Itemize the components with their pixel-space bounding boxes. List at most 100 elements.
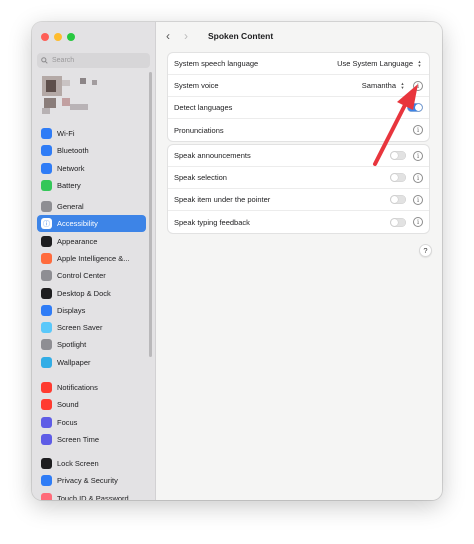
user-account-blurred[interactable] bbox=[42, 76, 112, 116]
info-icon[interactable]: i bbox=[413, 217, 423, 227]
apple-intelligence-icon bbox=[41, 252, 52, 264]
sidebar-item-apple-intelligence[interactable]: Apple Intelligence &... bbox=[37, 250, 146, 267]
sidebar-item-label: Focus bbox=[57, 417, 78, 427]
system-speech-language-popup[interactable]: Use System Language ▲ ▼ bbox=[337, 59, 423, 68]
search-icon bbox=[41, 57, 48, 64]
sidebar-item-wallpaper[interactable]: Wallpaper bbox=[37, 354, 146, 371]
search-input[interactable]: Search bbox=[37, 53, 150, 68]
touch-id-icon bbox=[41, 492, 52, 500]
back-button[interactable]: ‹ bbox=[166, 29, 176, 43]
help-button[interactable]: ? bbox=[419, 244, 432, 257]
chevron-updown-icon: ▲ ▼ bbox=[417, 58, 422, 68]
accessibility-icon: ⓘ bbox=[41, 218, 52, 230]
bluetooth-icon bbox=[41, 145, 52, 157]
sidebar-item-label: Apple Intelligence &... bbox=[57, 253, 130, 263]
sidebar-item-wi-fi[interactable]: Wi-Fi bbox=[37, 125, 146, 142]
sidebar: Search Wi-Fi Bluetooth Network Battery Gener… bbox=[32, 22, 156, 500]
speak-options-group: Speak announcements i Speak selection i Spea… bbox=[167, 144, 430, 234]
sidebar-item-label: Accessibility bbox=[57, 219, 98, 229]
detect-languages-toggle[interactable] bbox=[407, 103, 423, 112]
sidebar-item-touch-id-password[interactable]: Touch ID & Password bbox=[37, 490, 146, 500]
sidebar-item-bluetooth[interactable]: Bluetooth bbox=[37, 142, 146, 159]
popup-value: Samantha bbox=[361, 81, 396, 90]
chevron-updown-icon: ▲ ▼ bbox=[400, 80, 405, 90]
setting-label: System voice bbox=[174, 81, 219, 90]
sidebar-item-screen-time[interactable]: Screen Time bbox=[37, 431, 146, 448]
sidebar-item-label: Spotlight bbox=[57, 340, 87, 350]
page-title: Spoken Content bbox=[208, 31, 274, 41]
speak-item-under-the-pointer-toggle[interactable] bbox=[390, 195, 406, 204]
sidebar-item-label: Privacy & Security bbox=[57, 476, 118, 486]
sidebar-item-label: Battery bbox=[57, 180, 81, 190]
sidebar-item-label: Touch ID & Password bbox=[57, 493, 129, 500]
toolbar: ‹ › Spoken Content bbox=[156, 22, 442, 50]
speak-typing-feedback-toggle[interactable] bbox=[390, 217, 406, 227]
setting-label: Speak typing feedback bbox=[174, 217, 250, 227]
sidebar-item-label: Notifications bbox=[57, 383, 98, 392]
sidebar-item-label: General bbox=[57, 202, 84, 211]
sidebar-item-appearance[interactable]: Appearance bbox=[37, 233, 146, 250]
close-window-button[interactable] bbox=[41, 33, 49, 41]
sidebar-item-battery[interactable]: Battery bbox=[37, 177, 146, 194]
info-icon[interactable]: i bbox=[413, 125, 423, 135]
setting-label: Speak item under the pointer bbox=[174, 195, 271, 204]
speech-settings-group: System speech language Use System Languag… bbox=[167, 52, 430, 142]
gear-icon bbox=[41, 201, 52, 212]
sidebar-item-displays[interactable]: Displays bbox=[37, 302, 146, 319]
battery-icon bbox=[41, 179, 52, 191]
speak-selection-toggle[interactable] bbox=[390, 173, 406, 182]
system-voice-popup[interactable]: Samantha ▲ ▼ bbox=[362, 81, 406, 90]
popup-value: Use System Language bbox=[337, 59, 413, 68]
sound-icon bbox=[41, 399, 52, 411]
sidebar-item-label: Lock Screen bbox=[57, 459, 99, 468]
minimize-window-button[interactable] bbox=[54, 33, 62, 41]
setting-label: Pronunciations bbox=[174, 125, 224, 135]
displays-icon bbox=[41, 304, 52, 316]
focus-icon bbox=[41, 416, 52, 428]
sidebar-item-sound[interactable]: Sound bbox=[37, 396, 146, 413]
window-controls bbox=[41, 33, 75, 41]
sidebar-item-label: Bluetooth bbox=[57, 146, 89, 156]
info-icon[interactable]: i bbox=[413, 194, 423, 205]
appearance-icon bbox=[41, 235, 52, 247]
privacy-icon bbox=[41, 475, 52, 487]
zoom-window-button[interactable] bbox=[67, 33, 75, 41]
sidebar-item-label: Screen Saver bbox=[57, 323, 103, 333]
sidebar-item-label: Wallpaper bbox=[57, 357, 91, 367]
sidebar-item-label: Control Center bbox=[57, 271, 106, 281]
info-icon[interactable]: i bbox=[413, 150, 423, 161]
main-pane: ‹ › Spoken Content System speech languag… bbox=[156, 22, 442, 500]
setting-row-speak-typing-feedback: Speak typing feedback i bbox=[168, 211, 429, 233]
setting-label: System speech language bbox=[174, 59, 259, 68]
sidebar-item-notifications[interactable]: Notifications bbox=[37, 379, 146, 396]
notifications-icon bbox=[41, 382, 52, 393]
sidebar-item-control-center[interactable]: Control Center bbox=[37, 267, 146, 284]
setting-label: Speak selection bbox=[174, 173, 227, 182]
desktop-dock-icon bbox=[41, 287, 52, 299]
control-center-icon bbox=[41, 270, 52, 282]
sidebar-item-accessibility[interactable]: ⓘ Accessibility bbox=[37, 215, 146, 233]
info-icon[interactable]: i bbox=[413, 80, 423, 91]
sidebar-item-label: Network bbox=[57, 163, 85, 173]
sidebar-item-spotlight[interactable]: Spotlight bbox=[37, 336, 146, 353]
spotlight-icon bbox=[41, 339, 52, 351]
setting-label: Speak announcements bbox=[174, 151, 251, 160]
sidebar-item-label: Desktop & Dock bbox=[57, 288, 111, 298]
sidebar-item-label: Displays bbox=[57, 305, 86, 315]
forward-button[interactable]: › bbox=[184, 29, 194, 43]
info-icon[interactable]: i bbox=[413, 172, 423, 183]
setting-row-detect-languages: Detect languages bbox=[168, 97, 429, 119]
sidebar-item-general[interactable]: General bbox=[37, 198, 146, 215]
sidebar-item-privacy-security[interactable]: Privacy & Security bbox=[37, 472, 146, 489]
sidebar-item-label: Sound bbox=[57, 400, 79, 410]
sidebar-item-screen-saver[interactable]: Screen Saver bbox=[37, 319, 146, 336]
sidebar-scrollbar[interactable] bbox=[149, 72, 152, 357]
search-placeholder: Search bbox=[52, 57, 75, 64]
sidebar-item-desktop-dock[interactable]: Desktop & Dock bbox=[37, 285, 146, 302]
sidebar-item-network[interactable]: Network bbox=[37, 160, 146, 177]
speak-announcements-toggle[interactable] bbox=[390, 151, 406, 160]
sidebar-item-lock-screen[interactable]: Lock Screen bbox=[37, 455, 146, 472]
setting-row-speak-selection: Speak selection i bbox=[168, 167, 429, 189]
setting-row-system-speech-language: System speech language Use System Languag… bbox=[168, 53, 429, 75]
sidebar-item-focus[interactable]: Focus bbox=[37, 414, 146, 431]
